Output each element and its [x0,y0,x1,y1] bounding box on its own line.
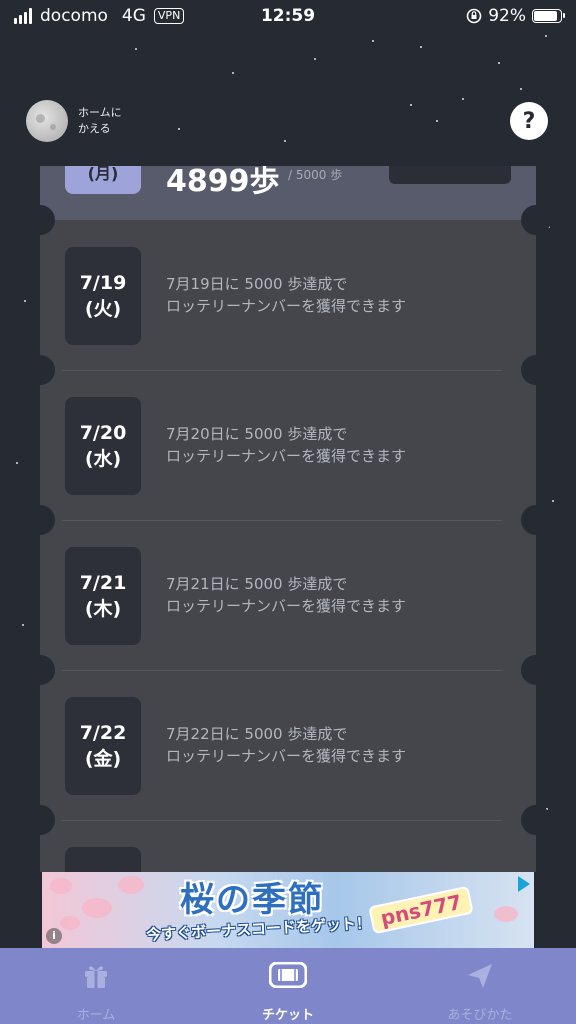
adchoices-icon[interactable] [518,876,530,892]
ticket-row: 7/19 (火) 7月19日に 5000 歩達成で ロッテリーナンバーを獲得でき… [40,220,536,371]
ticket-description-line: 7月20日に 5000 歩達成で [166,425,348,443]
ticket-description: 7月19日に 5000 歩達成で ロッテリーナンバーを獲得できます [166,273,496,317]
ticket-description-line: ロッテリーナンバーを獲得できます [166,447,407,465]
ticket-notch [521,505,551,535]
ticket-notch [521,205,551,235]
ticket-weekday: (火) [84,298,122,320]
help-button[interactable]: ? [510,102,548,140]
ad-info-icon[interactable]: i [46,928,62,944]
ticket-row: 7/22 (金) 7月22日に 5000 歩達成で ロッテリーナンバーを獲得でき… [40,670,536,821]
ticket-notch [521,355,551,385]
ticket-notch [25,355,55,385]
ticket-action-button[interactable] [389,166,511,184]
rotation-lock-icon [466,8,482,24]
tab-home-label: ホーム [76,1008,116,1023]
ticket-icon [269,962,307,988]
ticket-description-line: 7月21日に 5000 歩達成で [166,575,348,593]
ticket-description-line: 7月19日に 5000 歩達成で [166,275,348,293]
ticket-description: 7月22日に 5000 歩達成で ロッテリーナンバーを獲得できます [166,723,496,767]
ticket-weekday: (木) [84,598,122,620]
ticket-date-box: 7/20 (水) [65,397,141,495]
ticket-weekday: (水) [84,448,122,470]
ticket-notch [25,505,55,535]
battery-icon [532,9,565,23]
step-target: / 5000 歩 [288,168,343,182]
ticket-date: 7/21 [79,572,127,594]
ad-title: 桜の季節 [180,880,324,920]
ticket-description: 7月21日に 5000 歩達成で ロッテリーナンバーを獲得できます [166,573,496,617]
ticket-date-box: 7/21 (木) [65,547,141,645]
ticket-date: 7/19 [79,272,127,294]
ticket-list[interactable]: (月) 4899歩 / 5000 歩 7/19 (火) 7月19日に 5000 … [40,166,536,872]
ticket-date-box: 7/22 (金) [65,697,141,795]
home-back-label: ホームに かえる [78,106,122,135]
ticket-date-box [65,847,141,872]
ticket-description-line: 7月22日に 5000 歩達成で [166,725,348,743]
tab-ticket-label: チケット [261,1008,314,1023]
tab-home[interactable]: ホーム [0,948,192,1024]
ticket-row [40,820,536,872]
paper-plane-icon [468,964,492,988]
ticket-notch [25,205,55,235]
ticket-date: 7/22 [79,722,127,744]
tab-ticket[interactable]: チケット [192,948,384,1024]
ticket-description-line: ロッテリーナンバーを獲得できます [166,597,407,615]
ticket-date: (月) [65,166,141,194]
ticket-notch [521,655,551,685]
ticket-notch [521,805,551,835]
bottom-nav: ホーム チケット あそびかた [0,948,576,1024]
ticket-notch [25,655,55,685]
ad-bonus-code: pns777 [368,885,475,935]
ticket-notch [25,805,55,835]
ad-banner[interactable]: 桜の季節 pns777 今すぐボーナスコードをゲット！ i [42,872,534,948]
step-count: 4899歩 [166,166,280,199]
battery-percent: 92% [488,6,526,26]
ticket-description: 7月20日に 5000 歩達成で ロッテリーナンバーを獲得できます [166,423,496,467]
gift-icon [85,966,107,988]
status-bar: docomo 4G VPN 12:59 92% [0,0,576,34]
ticket-row-today: (月) 4899歩 / 5000 歩 [40,166,536,220]
ticket-date-box: 7/19 (火) [65,247,141,345]
ticket-row: 7/21 (木) 7月21日に 5000 歩達成で ロッテリーナンバーを獲得でき… [40,520,536,671]
moon-icon [26,100,68,142]
ticket-description-line: ロッテリーナンバーを獲得できます [166,297,407,315]
tab-how-to-play[interactable]: あそびかた [384,948,576,1024]
tab-how-to-play-label: あそびかた [447,1008,513,1023]
home-back-button[interactable]: ホームに かえる [26,100,134,142]
ticket-date: 7/20 [79,422,127,444]
ticket-description-line: ロッテリーナンバーを獲得できます [166,747,407,765]
ticket-weekday: (金) [84,748,122,770]
ticket-row: 7/20 (水) 7月20日に 5000 歩達成で ロッテリーナンバーを獲得でき… [40,370,536,521]
